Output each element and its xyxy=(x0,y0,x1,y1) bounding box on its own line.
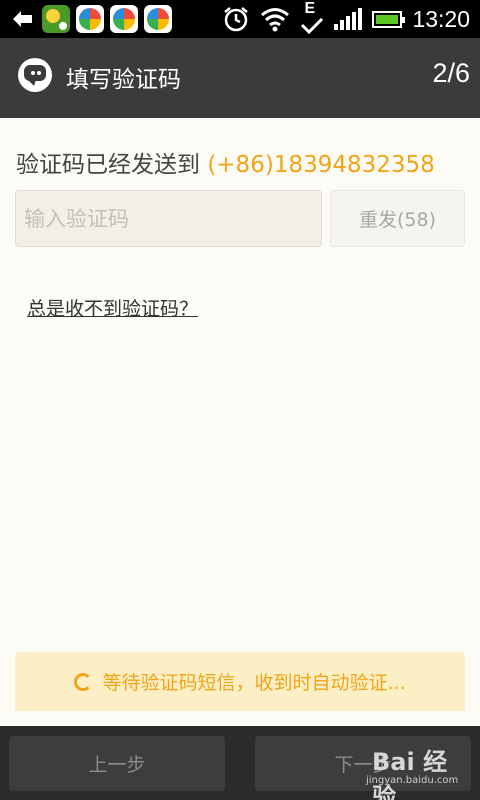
waiting-text: 等待验证码短信，收到时自动验证... xyxy=(102,672,406,694)
pinwheel-app-icon xyxy=(144,5,172,33)
resend-button[interactable]: 重发(58) xyxy=(330,190,465,247)
app-icon xyxy=(42,5,70,33)
checkmark-icon xyxy=(301,18,324,34)
waiting-banner: 等待验证码短信，收到时自动验证... xyxy=(15,652,465,711)
signal-icon xyxy=(334,8,363,30)
status-bar-system: E 13:20 xyxy=(222,0,470,34)
baidu-watermark: Bai 经验 jingyan.baidu.com xyxy=(366,742,466,800)
pinwheel-app-icon xyxy=(76,5,104,33)
status-bar-notifications xyxy=(10,4,172,34)
status-bar: E 13:20 xyxy=(0,0,480,38)
verification-code-input[interactable] xyxy=(15,190,322,247)
pinwheel-app-icon xyxy=(110,5,138,33)
page-title: 填写验证码 xyxy=(66,67,181,93)
status-time: 13:20 xyxy=(412,5,470,32)
title-bar: 填写验证码 2/6 xyxy=(0,38,480,118)
step-indicator: 2/6 xyxy=(432,58,470,88)
wifi-icon xyxy=(261,8,290,32)
chat-logo-icon xyxy=(18,58,52,92)
network-letter: E xyxy=(304,0,316,17)
no-code-help-link[interactable]: 总是收不到验证码？ xyxy=(27,294,198,321)
code-sent-prefix: 验证码已经发送到 xyxy=(16,152,208,178)
watermark-sub: jingyan.baidu.com xyxy=(366,775,459,786)
loading-spinner-icon xyxy=(74,672,93,691)
watermark-main: Bai 经验 xyxy=(372,748,448,800)
code-sent-message: 验证码已经发送到 (+86)18394832358 xyxy=(16,145,435,179)
battery-icon xyxy=(372,10,406,28)
alarm-icon xyxy=(224,7,249,32)
previous-step-button[interactable]: 上一步 xyxy=(9,736,225,791)
phone-number: (+86)18394832358 xyxy=(207,152,435,178)
back-arrow-icon xyxy=(13,11,32,27)
network-type-icon: E xyxy=(300,0,324,34)
